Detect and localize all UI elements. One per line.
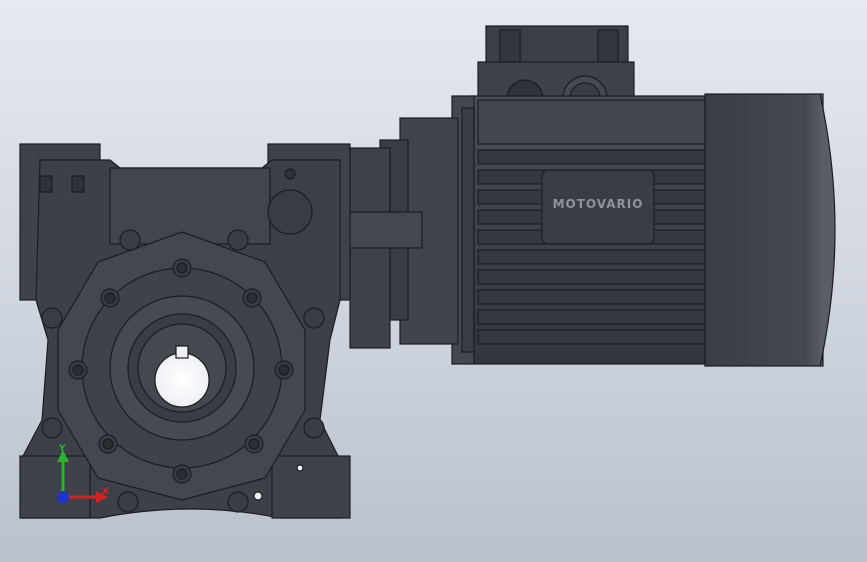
- left-foot: [19, 455, 91, 519]
- right-foot: [271, 455, 351, 519]
- output-bore: [154, 352, 210, 408]
- z-axis-dot: [57, 491, 69, 503]
- worm-gearbox: [19, 143, 351, 519]
- motor-assembly: MOTOVARIO: [451, 25, 836, 367]
- brand-label: MOTOVARIO: [553, 197, 644, 211]
- cad-viewport[interactable]: MOTOVARIO Y X: [0, 0, 867, 562]
- fan-cover: [704, 93, 824, 367]
- gearmotor-model[interactable]: MOTOVARIO Y X: [0, 0, 867, 562]
- x-axis-label: X: [102, 487, 109, 497]
- y-axis-label: Y: [58, 444, 66, 454]
- keyway: [175, 345, 189, 359]
- adapter-flange: [341, 117, 459, 349]
